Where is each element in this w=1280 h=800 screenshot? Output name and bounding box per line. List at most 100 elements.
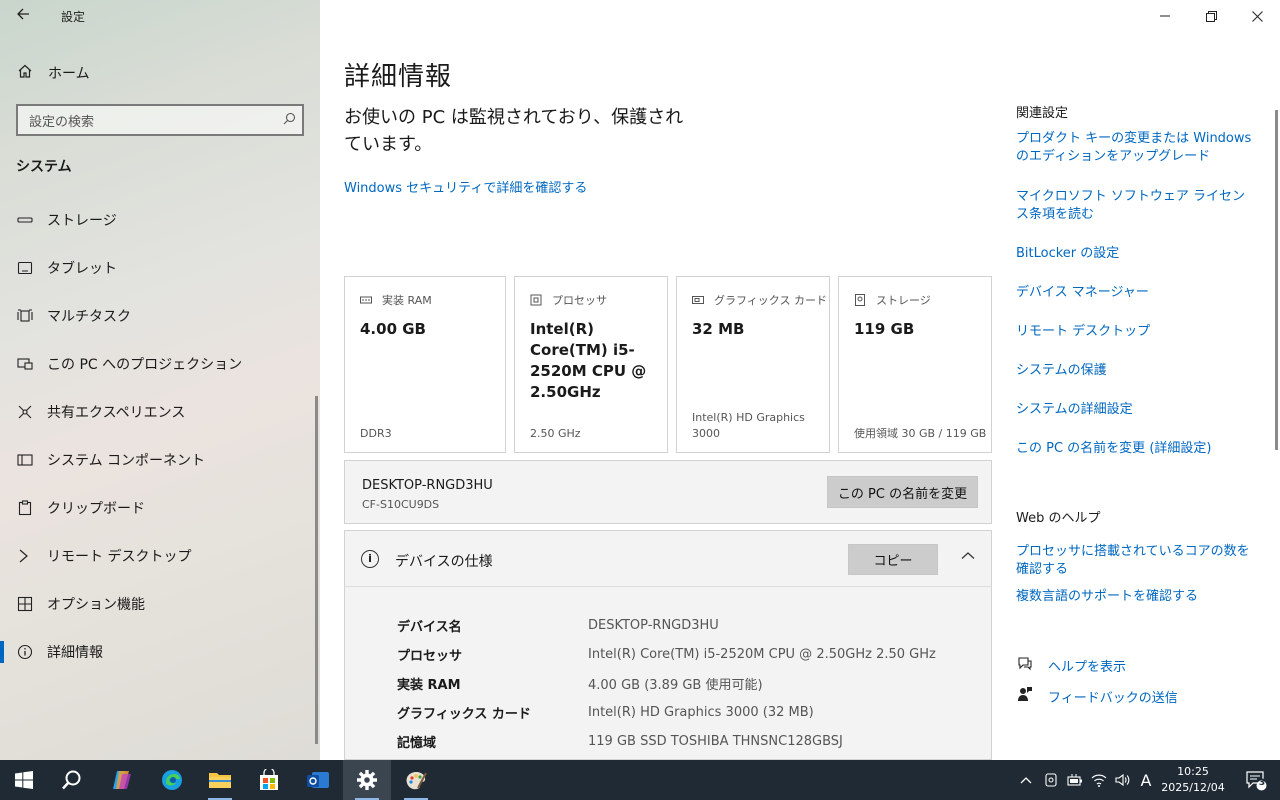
close-button[interactable] bbox=[1234, 0, 1280, 32]
card-label: プロセッサ bbox=[552, 294, 607, 307]
sidebar-item-label: クリップボード bbox=[47, 501, 145, 517]
network-button[interactable] bbox=[1088, 760, 1110, 800]
folder-icon bbox=[209, 773, 231, 788]
system-protection-link[interactable]: システムの保護 bbox=[1016, 362, 1256, 380]
outlook-icon bbox=[307, 772, 329, 788]
card-value: Intel(R) Core(TM) i5-2520M CPU @ 2.50GHz bbox=[530, 320, 647, 401]
restore-button[interactable] bbox=[1188, 0, 1234, 32]
paint-palette-icon bbox=[406, 772, 427, 790]
battery-button[interactable] bbox=[1064, 760, 1086, 800]
product-key-link[interactable]: プロダクト キーの変更または Windows のエディションをアップグレード bbox=[1016, 130, 1256, 166]
bitlocker-link[interactable]: BitLocker の設定 bbox=[1016, 245, 1256, 263]
tray-app-button[interactable] bbox=[1040, 760, 1062, 800]
sidebar-item-label: リモート デスクトップ bbox=[47, 549, 192, 565]
file-explorer-button[interactable] bbox=[196, 760, 244, 800]
spec-row: 実装 RAM 4.00 GB (3.89 GB 使用可能) bbox=[345, 669, 991, 698]
rename-pc-button[interactable]: この PC の名前を変更 bbox=[827, 476, 978, 508]
back-arrow-icon bbox=[17, 8, 29, 20]
main-scrollbar[interactable] bbox=[1275, 110, 1278, 450]
spec-value: 4.00 GB (3.89 GB 使用可能) bbox=[588, 678, 763, 693]
sidebar-nav: ストレージ タブレット マルチタスク この PC へのプロジェクション 共有エク… bbox=[0, 196, 320, 676]
copilot-button[interactable] bbox=[98, 760, 146, 800]
card-sub: 使用領域 30 GB / 119 GB bbox=[854, 427, 987, 440]
card-sub: DDR3 bbox=[360, 427, 392, 440]
spec-row: 記憶域 119 GB SSD TOSHIBA THNSNC128GBSJ bbox=[345, 727, 991, 756]
close-icon bbox=[1251, 10, 1263, 22]
related-settings-header: 関連設定 bbox=[1016, 106, 1069, 121]
sidebar-section-header: システム bbox=[16, 159, 72, 175]
settings-app-button[interactable] bbox=[343, 760, 391, 800]
notification-count-badge: 3 bbox=[1258, 778, 1266, 788]
chevron-up-icon bbox=[1020, 777, 1032, 784]
info-icon bbox=[16, 643, 34, 661]
sidebar-item-remote-desktop[interactable]: リモート デスクトップ bbox=[0, 532, 320, 580]
sidebar-item-label: この PC へのプロジェクション bbox=[47, 357, 243, 373]
sidebar-item-label: 詳細情報 bbox=[47, 645, 103, 661]
search-icon bbox=[62, 770, 81, 790]
device-spec-header[interactable]: i デバイスの仕様 コピー bbox=[345, 531, 991, 587]
sidebar-scrollbar[interactable] bbox=[315, 396, 318, 744]
language-support-link[interactable]: 複数言語のサポートを確認する bbox=[1016, 588, 1256, 606]
tablet-icon bbox=[16, 259, 34, 277]
card-label: ストレージ bbox=[876, 294, 931, 307]
sidebar-item-storage[interactable]: ストレージ bbox=[0, 196, 320, 244]
notification-center-button[interactable]: 3 bbox=[1236, 760, 1276, 800]
minimize-button[interactable] bbox=[1142, 0, 1188, 32]
device-manager-link[interactable]: デバイス マネージャー bbox=[1016, 284, 1256, 302]
minimize-icon bbox=[1160, 15, 1170, 17]
processor-cores-link[interactable]: プロセッサに搭載されているコアの数を確認する bbox=[1016, 543, 1256, 579]
disk-icon bbox=[854, 294, 866, 306]
multitask-icon bbox=[16, 307, 34, 325]
chevron-up-icon[interactable] bbox=[961, 549, 975, 567]
battery-plug-icon bbox=[1067, 774, 1082, 786]
info-icon: i bbox=[361, 550, 379, 568]
restore-icon bbox=[1205, 10, 1217, 22]
license-terms-link[interactable]: マイクロソフト ソフトウェア ライセンス条項を読む bbox=[1016, 188, 1256, 224]
component-icon bbox=[16, 451, 34, 469]
settings-search-input[interactable]: 設定の検索 bbox=[16, 104, 304, 136]
spec-row: グラフィックス カード Intel(R) HD Graphics 3000 (32… bbox=[345, 698, 991, 727]
help-chat-icon bbox=[1016, 655, 1034, 675]
start-button[interactable] bbox=[0, 760, 48, 800]
store-button[interactable] bbox=[245, 760, 293, 800]
copy-button[interactable]: コピー bbox=[848, 544, 938, 575]
sidebar-item-about[interactable]: 詳細情報 bbox=[0, 628, 320, 676]
feedback-link[interactable]: フィードバックの送信 bbox=[1016, 686, 1178, 706]
clock-date: 2025/12/04 bbox=[1161, 781, 1225, 794]
sidebar-item-clipboard[interactable]: クリップボード bbox=[0, 484, 320, 532]
rename-pc-advanced-link[interactable]: この PC の名前を変更 (詳細設定) bbox=[1016, 440, 1256, 458]
sidebar-item-label: マルチタスク bbox=[47, 309, 131, 325]
gear-icon bbox=[357, 770, 377, 790]
show-hidden-icons-button[interactable] bbox=[1016, 760, 1036, 800]
sidebar-item-label: ストレージ bbox=[47, 213, 117, 229]
remote-desktop-icon bbox=[16, 547, 34, 565]
get-help-link[interactable]: ヘルプを表示 bbox=[1016, 655, 1126, 675]
sidebar-item-multitask[interactable]: マルチタスク bbox=[0, 292, 320, 340]
taskbar-search-button[interactable] bbox=[48, 760, 96, 800]
taskbar: A 10:25 2025/12/04 3 bbox=[0, 760, 1280, 800]
back-button[interactable] bbox=[10, 4, 36, 28]
ime-indicator[interactable]: A bbox=[1136, 760, 1156, 800]
paint-button[interactable] bbox=[392, 760, 440, 800]
sidebar-item-tablet[interactable]: タブレット bbox=[0, 244, 320, 292]
spec-key: グラフィックス カード bbox=[397, 707, 531, 722]
outlook-button[interactable] bbox=[294, 760, 342, 800]
sidebar-item-optional-features[interactable]: オプション機能 bbox=[0, 580, 320, 628]
advanced-system-settings-link[interactable]: システムの詳細設定 bbox=[1016, 401, 1256, 419]
volume-button[interactable] bbox=[1112, 760, 1134, 800]
copilot-icon bbox=[113, 771, 131, 789]
card-label: グラフィックス カード bbox=[714, 294, 827, 307]
device-spec-rows: デバイス名 DESKTOP-RNGD3HU プロセッサ Intel(R) Core(… bbox=[345, 611, 991, 756]
card-sub: 2.50 GHz bbox=[530, 427, 581, 440]
security-details-link[interactable]: Windows セキュリティで詳細を確認する bbox=[344, 177, 587, 196]
sidebar-item-projection[interactable]: この PC へのプロジェクション bbox=[0, 340, 320, 388]
sidebar-item-label: システム コンポーネント bbox=[47, 453, 206, 469]
sidebar-item-home[interactable]: ホーム bbox=[16, 62, 90, 84]
storage-card: ストレージ 119 GB 使用領域 30 GB / 119 GB bbox=[838, 276, 992, 453]
remote-desktop-link[interactable]: リモート デスクトップ bbox=[1016, 323, 1256, 341]
sidebar-item-shared-experience[interactable]: 共有エクスペリエンス bbox=[0, 388, 320, 436]
sidebar-item-system-components[interactable]: システム コンポーネント bbox=[0, 436, 320, 484]
edge-button[interactable] bbox=[148, 760, 196, 800]
spec-key: デバイス名 bbox=[397, 620, 462, 635]
clock[interactable]: 10:25 2025/12/04 bbox=[1160, 764, 1226, 796]
